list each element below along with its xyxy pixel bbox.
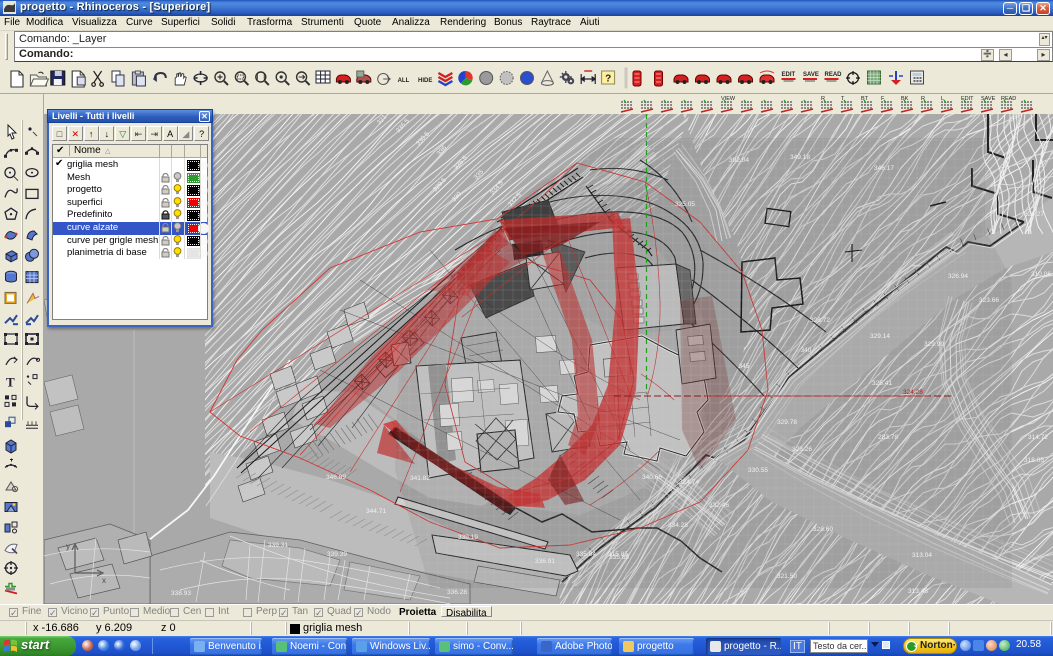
svg-text:x: x: [102, 576, 106, 585]
svg-text:VIEW: VIEW: [721, 96, 736, 102]
svg-text:345: 345: [739, 363, 750, 370]
svg-text:283.78: 283.78: [878, 434, 898, 441]
svg-text:321.50: 321.50: [777, 573, 797, 580]
svg-text:339.31: 339.31: [268, 542, 288, 549]
svg-text:332.46: 332.46: [709, 502, 729, 509]
svg-text:346.17: 346.17: [874, 165, 894, 172]
svg-text:318.05: 318.05: [1024, 457, 1044, 464]
svg-text:ALL: ALL: [398, 78, 410, 84]
svg-text:R: R: [921, 96, 925, 102]
svg-text:323.66: 323.66: [979, 297, 999, 304]
svg-text:326.27: 326.27: [1024, 211, 1044, 218]
svg-text:344.71: 344.71: [366, 508, 386, 515]
svg-text:313.04: 313.04: [912, 552, 932, 559]
svg-text:329.14: 329.14: [870, 333, 890, 340]
svg-text:329.99: 329.99: [924, 341, 944, 348]
svg-text:314.72: 314.72: [1028, 434, 1048, 441]
svg-text:325.05: 325.05: [675, 201, 695, 208]
svg-text:349.18: 349.18: [790, 154, 810, 161]
svg-text:READ: READ: [1001, 96, 1016, 102]
svg-text:READ: READ: [825, 72, 843, 78]
svg-text:EDIT: EDIT: [961, 96, 974, 102]
svg-text:SAVE: SAVE: [803, 72, 819, 78]
svg-text:326.94: 326.94: [948, 273, 968, 280]
svg-text:335.84: 335.84: [576, 551, 596, 558]
svg-text:324.28: 324.28: [903, 389, 923, 396]
svg-text:334.28: 334.28: [668, 522, 688, 529]
svg-text:338.93: 338.93: [171, 590, 191, 597]
svg-text:339.19: 339.19: [458, 534, 478, 541]
svg-text:392.04: 392.04: [729, 157, 749, 164]
svg-text:330.55: 330.55: [748, 467, 768, 474]
svg-text:T: T: [6, 375, 15, 390]
svg-text:328.26: 328.26: [792, 446, 812, 453]
svg-text:336.91: 336.91: [535, 558, 555, 565]
svg-text:328.72: 328.72: [810, 317, 830, 324]
svg-text:335.69: 335.69: [609, 554, 629, 561]
svg-text:329.78: 329.78: [777, 419, 797, 426]
svg-text:y: y: [66, 542, 70, 551]
svg-text:310.06: 310.06: [1031, 271, 1051, 278]
svg-text:R: R: [821, 96, 825, 102]
svg-text:EDIT: EDIT: [782, 72, 796, 78]
svg-text:341.82: 341.82: [410, 475, 430, 482]
svg-text:324.74: 324.74: [679, 479, 699, 486]
svg-text:336.28: 336.28: [447, 589, 467, 596]
svg-text:340: 340: [801, 347, 812, 354]
svg-text:325.41: 325.41: [872, 380, 892, 387]
svg-text:339.39: 339.39: [327, 551, 347, 558]
svg-text:313.48: 313.48: [908, 588, 928, 595]
svg-text:SAVE: SAVE: [981, 96, 996, 102]
svg-text:340.66: 340.66: [642, 474, 662, 481]
svg-text:HIDE: HIDE: [418, 78, 432, 84]
svg-text:?: ?: [605, 74, 611, 85]
svg-text:BT: BT: [861, 96, 869, 102]
svg-text:328.60: 328.60: [813, 526, 833, 533]
svg-text:L: L: [941, 96, 944, 102]
svg-text:346.89: 346.89: [326, 474, 346, 481]
svg-text:BK: BK: [901, 96, 909, 102]
